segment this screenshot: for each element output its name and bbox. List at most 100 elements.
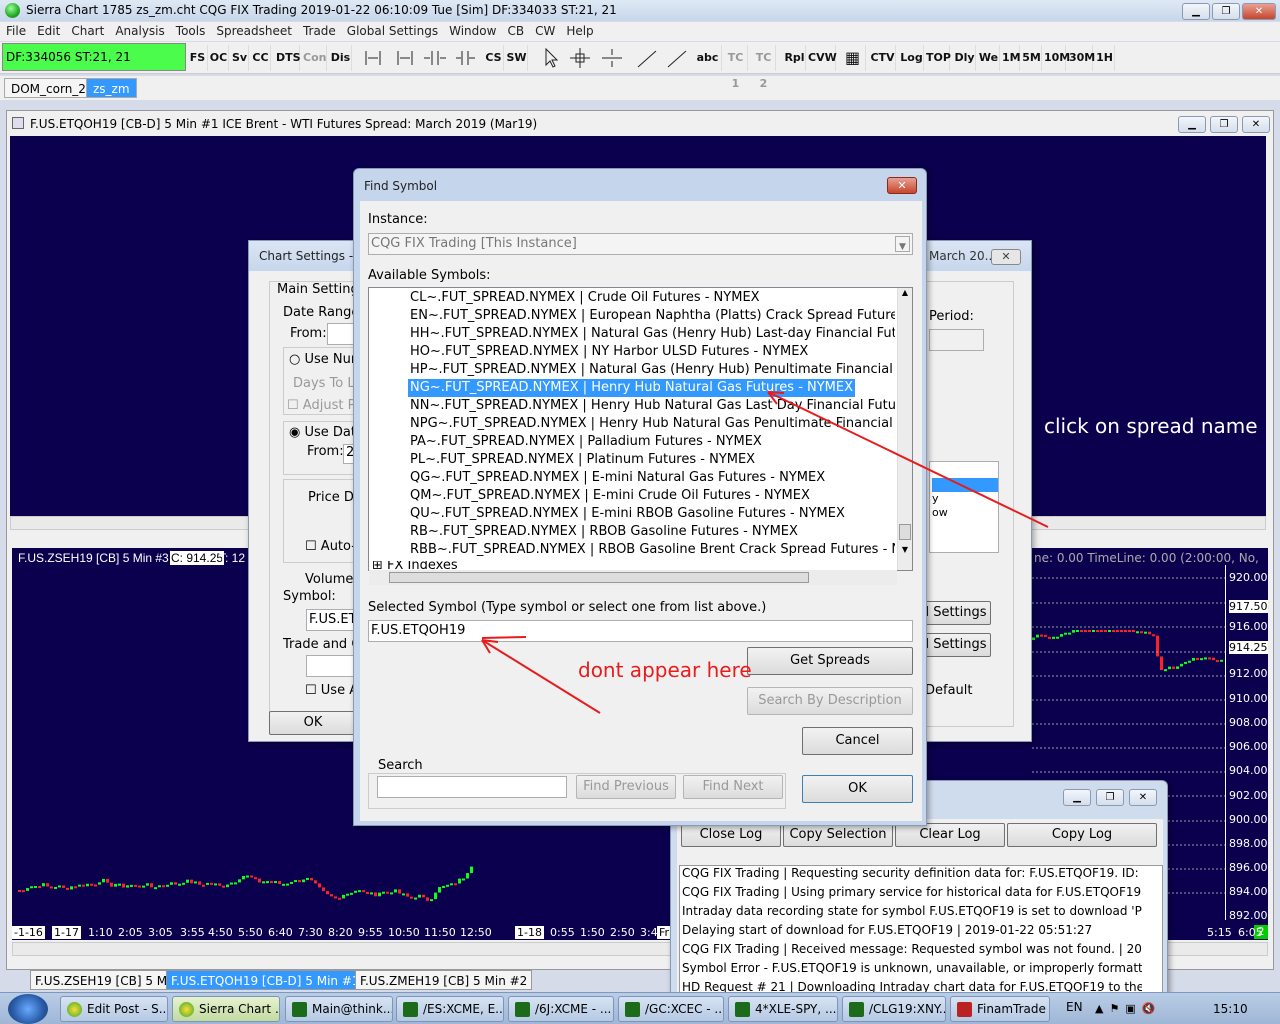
symbol-list-item[interactable]: NPG~.FUT_SPREAD.NYMEX | Henry Hub Natura… bbox=[408, 415, 895, 433]
settings-list[interactable]: y ow bbox=[929, 461, 999, 553]
language-indicator[interactable]: EN bbox=[1066, 1000, 1083, 1014]
instance-select[interactable]: CQG FIX Trading [This Instance] ▼ bbox=[368, 233, 913, 255]
selected-symbol-input[interactable]: F.US.ETQOH19 bbox=[368, 620, 913, 642]
menu-global-settings[interactable]: Global Settings bbox=[347, 24, 438, 38]
toolbar-button-cs[interactable]: CS bbox=[484, 45, 504, 71]
toolbar-button-sw[interactable]: SW bbox=[506, 45, 528, 71]
tree-node-fx-indexes[interactable]: ⊞ FX Indexes bbox=[372, 561, 458, 569]
auto-checkbox[interactable]: ☐ Auto- bbox=[305, 539, 356, 554]
toolbar-button-tc2[interactable]: TC 2 bbox=[752, 45, 776, 90]
menu-file[interactable]: File bbox=[6, 24, 26, 38]
ok-button[interactable]: OK bbox=[802, 775, 913, 803]
taskbar-item[interactable]: /6J:XCME - ... bbox=[508, 996, 614, 1022]
toolbar-button-ctv[interactable]: CTV bbox=[870, 45, 896, 71]
find-next-button[interactable]: Find Next bbox=[683, 775, 783, 799]
toolbar-button-abc[interactable]: abc bbox=[694, 45, 722, 71]
search-input[interactable] bbox=[377, 776, 567, 798]
toolbar-button-dis[interactable]: Dis bbox=[330, 45, 352, 71]
tab-zs-zm[interactable]: zs_zm bbox=[86, 78, 137, 98]
chart-settings-ok-button[interactable]: OK bbox=[269, 711, 357, 735]
symbol-list-item[interactable]: EN~.FUT_SPREAD.NYMEX | European Naphtha … bbox=[408, 307, 895, 325]
symbol-list-item[interactable]: HH~.FUT_SPREAD.NYMEX | Natural Gas (Henr… bbox=[408, 325, 895, 343]
symbol-list-item[interactable]: QM~.FUT_SPREAD.NYMEX | E-mini Crude Oil … bbox=[408, 487, 812, 505]
grid-table-icon[interactable]: ▦ bbox=[840, 45, 866, 71]
toolbar-button-dly[interactable]: Dly bbox=[954, 45, 976, 71]
symbol-list-item[interactable]: QG~.FUT_SPREAD.NYMEX | E-mini Natural Ga… bbox=[408, 469, 827, 487]
menu-analysis[interactable]: Analysis bbox=[115, 24, 164, 38]
toolbar-button-tc1[interactable]: TC 1 bbox=[724, 45, 748, 90]
toolbar-button-30m[interactable]: 30M bbox=[1069, 45, 1095, 71]
symbols-horizontal-scrollbar[interactable] bbox=[369, 570, 897, 585]
toolbar-button-cvw[interactable]: CVW bbox=[808, 45, 837, 71]
toolbar-button-1h[interactable]: 1H bbox=[1095, 45, 1115, 71]
minimize-button[interactable]: ▁ bbox=[1182, 3, 1210, 20]
close-button[interactable]: ✕ bbox=[1242, 3, 1276, 20]
clear-log-button[interactable]: Clear Log bbox=[895, 823, 1005, 847]
symbol-list-item[interactable]: PL~.FUT_SPREAD.NYMEX | Platinum Futures … bbox=[408, 451, 757, 469]
toolbar-button-cc[interactable]: CC bbox=[251, 45, 271, 71]
menu-spreadsheet[interactable]: Spreadsheet bbox=[216, 24, 292, 38]
symbol-list-item[interactable]: HO~.FUT_SPREAD.NYMEX | NY Harbor ULSD Fu… bbox=[408, 343, 810, 361]
symbol-list-item[interactable]: CL~.FUT_SPREAD.NYMEX | Crude Oil Futures… bbox=[408, 289, 762, 307]
log-minimize-button[interactable]: ▁ bbox=[1063, 789, 1091, 806]
toolbar-button-dts[interactable]: DTS bbox=[276, 45, 301, 71]
symbol-list-item[interactable]: HP~.FUT_SPREAD.NYMEX | Natural Gas (Henr… bbox=[408, 361, 895, 379]
taskbar-item[interactable]: /GC:XCEC - ... bbox=[618, 996, 724, 1022]
find-previous-button[interactable]: Find Previous bbox=[576, 775, 676, 799]
menu-help[interactable]: Help bbox=[566, 24, 593, 38]
toolbar-button-1m[interactable]: 1M bbox=[1002, 45, 1021, 71]
symbol-list-item[interactable]: RBB~.FUT_SPREAD.NYMEX | RBOB Gasoline Br… bbox=[408, 541, 895, 559]
log-maximize-button[interactable]: ❐ bbox=[1096, 789, 1124, 806]
bottom-tab-etqoh19[interactable]: F.US.ETQOH19 [CB-D] 5 Min #1 bbox=[166, 970, 365, 990]
toolbar-button-log[interactable]: Log bbox=[900, 45, 924, 71]
maximize-button[interactable]: ❐ bbox=[1212, 3, 1240, 20]
start-button[interactable] bbox=[8, 994, 48, 1024]
adjust-checkbox[interactable]: ☐ Adjust Pr bbox=[287, 398, 361, 413]
toolbar-button-con[interactable]: Con bbox=[303, 45, 327, 71]
tab-dom-corn-2[interactable]: DOM_corn_2 bbox=[4, 78, 93, 98]
menu-cb[interactable]: CB bbox=[507, 24, 524, 38]
toolbar-button-we[interactable]: We bbox=[978, 45, 1000, 71]
bottom-tab-zmeh19[interactable]: F.US.ZMEH19 [CB] 5 Min #2 bbox=[355, 970, 533, 990]
menu-cw[interactable]: CW bbox=[535, 24, 555, 38]
find-symbol-close-button[interactable]: ✕ bbox=[887, 177, 917, 194]
toolbar-button-5m[interactable]: 5M bbox=[1022, 45, 1042, 71]
menu-window[interactable]: Window bbox=[449, 24, 496, 38]
symbol-list-item[interactable]: PA~.FUT_SPREAD.NYMEX | Palladium Futures… bbox=[408, 433, 764, 451]
log-close-button[interactable]: ✕ bbox=[1129, 789, 1157, 806]
taskbar-item[interactable]: Edit Post - S... bbox=[60, 996, 168, 1022]
close-log-button[interactable]: Close Log bbox=[681, 823, 781, 847]
settings-button[interactable]: l Settings bbox=[921, 633, 991, 657]
chart-maximize-button[interactable]: ❐ bbox=[1210, 116, 1238, 133]
toolbar-button-10m[interactable]: 10M bbox=[1044, 45, 1070, 71]
toolbar-button-fs[interactable]: FS bbox=[188, 45, 208, 71]
taskbar-item[interactable]: FinamTrade bbox=[950, 996, 1050, 1022]
search-by-description-button[interactable]: Search By Description bbox=[747, 687, 913, 715]
copy-log-button[interactable]: Copy Log bbox=[1007, 823, 1157, 847]
symbol-list-item[interactable]: NN~.FUT_SPREAD.NYMEX | Henry Hub Natural… bbox=[408, 397, 895, 415]
cancel-button[interactable]: Cancel bbox=[802, 727, 913, 755]
menu-trade[interactable]: Trade bbox=[303, 24, 336, 38]
period-field[interactable] bbox=[929, 329, 984, 351]
menu-chart[interactable]: Chart bbox=[71, 24, 104, 38]
symbol-list-item[interactable]: RB~.FUT_SPREAD.NYMEX | RBOB Gasoline Fut… bbox=[408, 523, 800, 541]
chart-close-button[interactable]: ✕ bbox=[1242, 116, 1270, 133]
chart-minimize-button[interactable]: ▁ bbox=[1178, 116, 1206, 133]
symbols-vertical-scrollbar[interactable]: ▲ ▼ bbox=[897, 288, 912, 570]
taskbar-item[interactable]: /ES:XCME, E... bbox=[396, 996, 504, 1022]
use-a-checkbox[interactable]: ☐ Use A bbox=[305, 683, 358, 698]
toolbar-button-oc[interactable]: OC bbox=[209, 45, 229, 71]
toolbar-button-sv[interactable]: Sv bbox=[231, 45, 249, 71]
symbol-list-item[interactable]: QU~.FUT_SPREAD.NYMEX | E-mini RBOB Gasol… bbox=[408, 505, 847, 523]
get-spreads-button[interactable]: Get Spreads bbox=[747, 647, 913, 675]
toolbar-button-top[interactable]: TOP bbox=[926, 45, 951, 71]
chart-settings-close-button[interactable]: ✕ bbox=[991, 249, 1021, 265]
copy-selection-button[interactable]: Copy Selection bbox=[783, 823, 893, 847]
tray-icons[interactable]: ▲⚑▣🔇 bbox=[1095, 1002, 1161, 1015]
symbol-settings-button[interactable]: l Settings bbox=[921, 601, 991, 625]
taskbar-item[interactable]: Main@think... bbox=[285, 996, 393, 1022]
taskbar-item[interactable]: 4*XLE-SPY, ... bbox=[728, 996, 838, 1022]
menu-tools[interactable]: Tools bbox=[176, 24, 206, 38]
taskbar-item[interactable]: Sierra Chart ... bbox=[172, 996, 280, 1022]
symbol-list-item[interactable]: NG~.FUT_SPREAD.NYMEX | Henry Hub Natural… bbox=[408, 379, 856, 397]
